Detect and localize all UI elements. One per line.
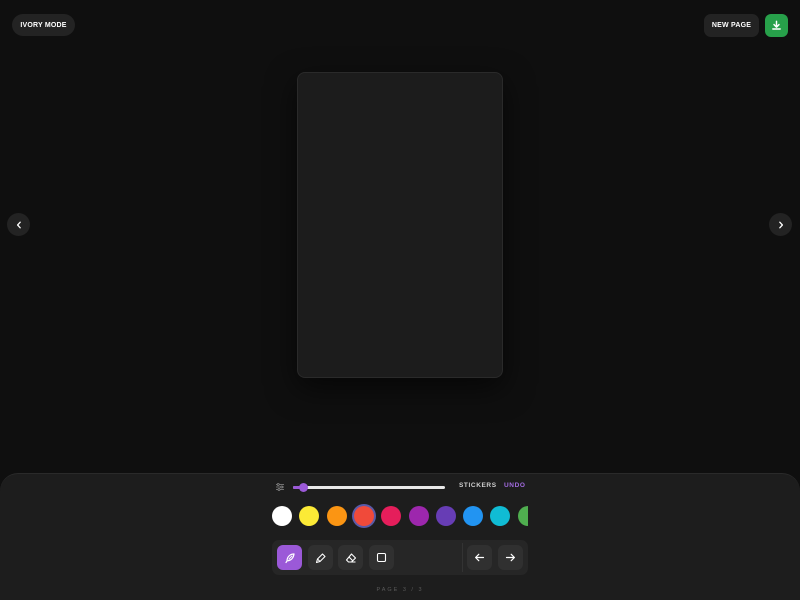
brush-size-slider[interactable] (293, 483, 445, 492)
download-button[interactable] (765, 14, 788, 37)
next-page-button[interactable] (769, 213, 792, 236)
chevron-right-icon (777, 221, 785, 229)
color-swatch-crimson[interactable] (381, 506, 402, 526)
bottom-toolbar-panel (0, 473, 800, 600)
color-swatch-green[interactable] (517, 506, 528, 526)
color-swatch-white[interactable] (272, 506, 292, 526)
feather-icon (284, 552, 296, 564)
new-page-button[interactable]: NEW PAGE (704, 14, 759, 37)
color-swatch-cyan[interactable] (490, 506, 511, 526)
stickers-button[interactable]: STICKERS (459, 482, 497, 489)
color-swatch-yellow[interactable] (299, 506, 320, 526)
undo-button[interactable]: UNDO (504, 482, 526, 489)
drawing-canvas[interactable] (297, 72, 503, 378)
ivory-mode-button[interactable]: IVORY MODE (12, 14, 75, 36)
previous-page-button[interactable] (7, 213, 30, 236)
eraser-tool[interactable] (338, 545, 363, 570)
eraser-icon (345, 552, 357, 564)
step-back-button[interactable] (467, 545, 492, 570)
feather-brush-tool[interactable] (277, 545, 302, 570)
color-swatch-red[interactable] (353, 506, 374, 526)
page-indicator: PAGE 3 / 3 (376, 587, 424, 593)
chevron-left-icon (15, 221, 23, 229)
arrow-left-icon (474, 552, 485, 563)
toolbar-divider (462, 543, 463, 572)
shape-tool[interactable] (369, 545, 394, 570)
tool-bar (272, 540, 528, 575)
download-icon (771, 20, 782, 31)
color-swatch-orange[interactable] (326, 506, 347, 526)
color-swatch-deep-purple[interactable] (435, 506, 456, 526)
sliders-icon[interactable] (275, 482, 285, 492)
color-swatch-blue[interactable] (463, 506, 484, 526)
marker-icon (315, 552, 327, 564)
square-icon (376, 552, 387, 563)
step-forward-button[interactable] (498, 545, 523, 570)
color-swatch-purple[interactable] (408, 506, 429, 526)
color-palette (270, 504, 528, 528)
arrow-right-icon (505, 552, 516, 563)
marker-tool[interactable] (308, 545, 333, 570)
